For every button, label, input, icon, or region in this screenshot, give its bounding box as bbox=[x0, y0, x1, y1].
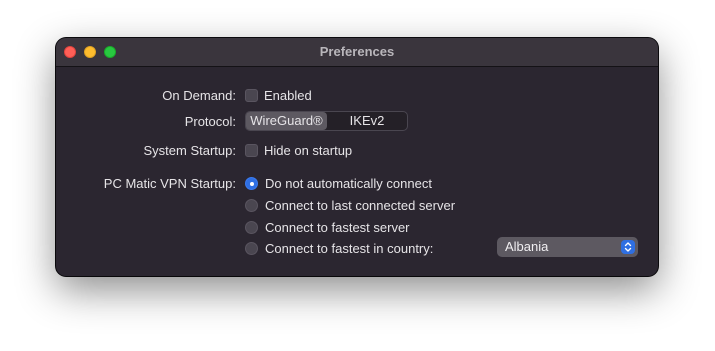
system-startup-label: System Startup: bbox=[143, 143, 236, 158]
protocol-segmented-control[interactable]: WireGuard® IKEv2 bbox=[245, 111, 408, 131]
radio-label[interactable]: Connect to fastest server bbox=[265, 220, 410, 235]
chevron-up-down-icon bbox=[621, 240, 635, 254]
protocol-option-wireguard[interactable]: WireGuard® bbox=[246, 112, 327, 130]
title-bar[interactable]: Preferences bbox=[56, 38, 658, 67]
protocol-option-ikev2[interactable]: IKEv2 bbox=[327, 112, 407, 130]
radio-label[interactable]: Connect to last connected server bbox=[265, 198, 455, 213]
radio-button[interactable] bbox=[245, 242, 258, 255]
country-select[interactable]: Albania bbox=[497, 237, 638, 257]
hide-on-startup-checkbox-row[interactable]: Hide on startup bbox=[245, 143, 352, 158]
radio-button[interactable] bbox=[245, 177, 258, 190]
hide-on-startup-checkbox[interactable] bbox=[245, 144, 258, 157]
on-demand-checkbox-row[interactable]: Enabled bbox=[245, 88, 312, 103]
on-demand-checkbox-label[interactable]: Enabled bbox=[264, 88, 312, 103]
on-demand-label: On Demand: bbox=[162, 88, 236, 103]
vpn-startup-label: PC Matic VPN Startup: bbox=[103, 176, 236, 191]
radio-option-fastest-server[interactable]: Connect to fastest server bbox=[245, 220, 410, 235]
radio-label[interactable]: Do not automatically connect bbox=[265, 176, 432, 191]
country-select-value: Albania bbox=[505, 239, 549, 254]
radio-option-last-connected[interactable]: Connect to last connected server bbox=[245, 198, 455, 213]
hide-on-startup-label[interactable]: Hide on startup bbox=[264, 143, 352, 158]
radio-button[interactable] bbox=[245, 221, 258, 234]
radio-button[interactable] bbox=[245, 199, 258, 212]
radio-option-do-not-connect[interactable]: Do not automatically connect bbox=[245, 176, 432, 191]
on-demand-checkbox[interactable] bbox=[245, 89, 258, 102]
radio-option-fastest-in-country[interactable]: Connect to fastest in country: bbox=[245, 241, 433, 256]
preferences-window: Preferences On Demand: Enabled Protocol:… bbox=[56, 38, 658, 276]
protocol-label: Protocol: bbox=[184, 114, 236, 129]
window-title: Preferences bbox=[319, 44, 395, 59]
radio-label[interactable]: Connect to fastest in country: bbox=[265, 241, 433, 256]
